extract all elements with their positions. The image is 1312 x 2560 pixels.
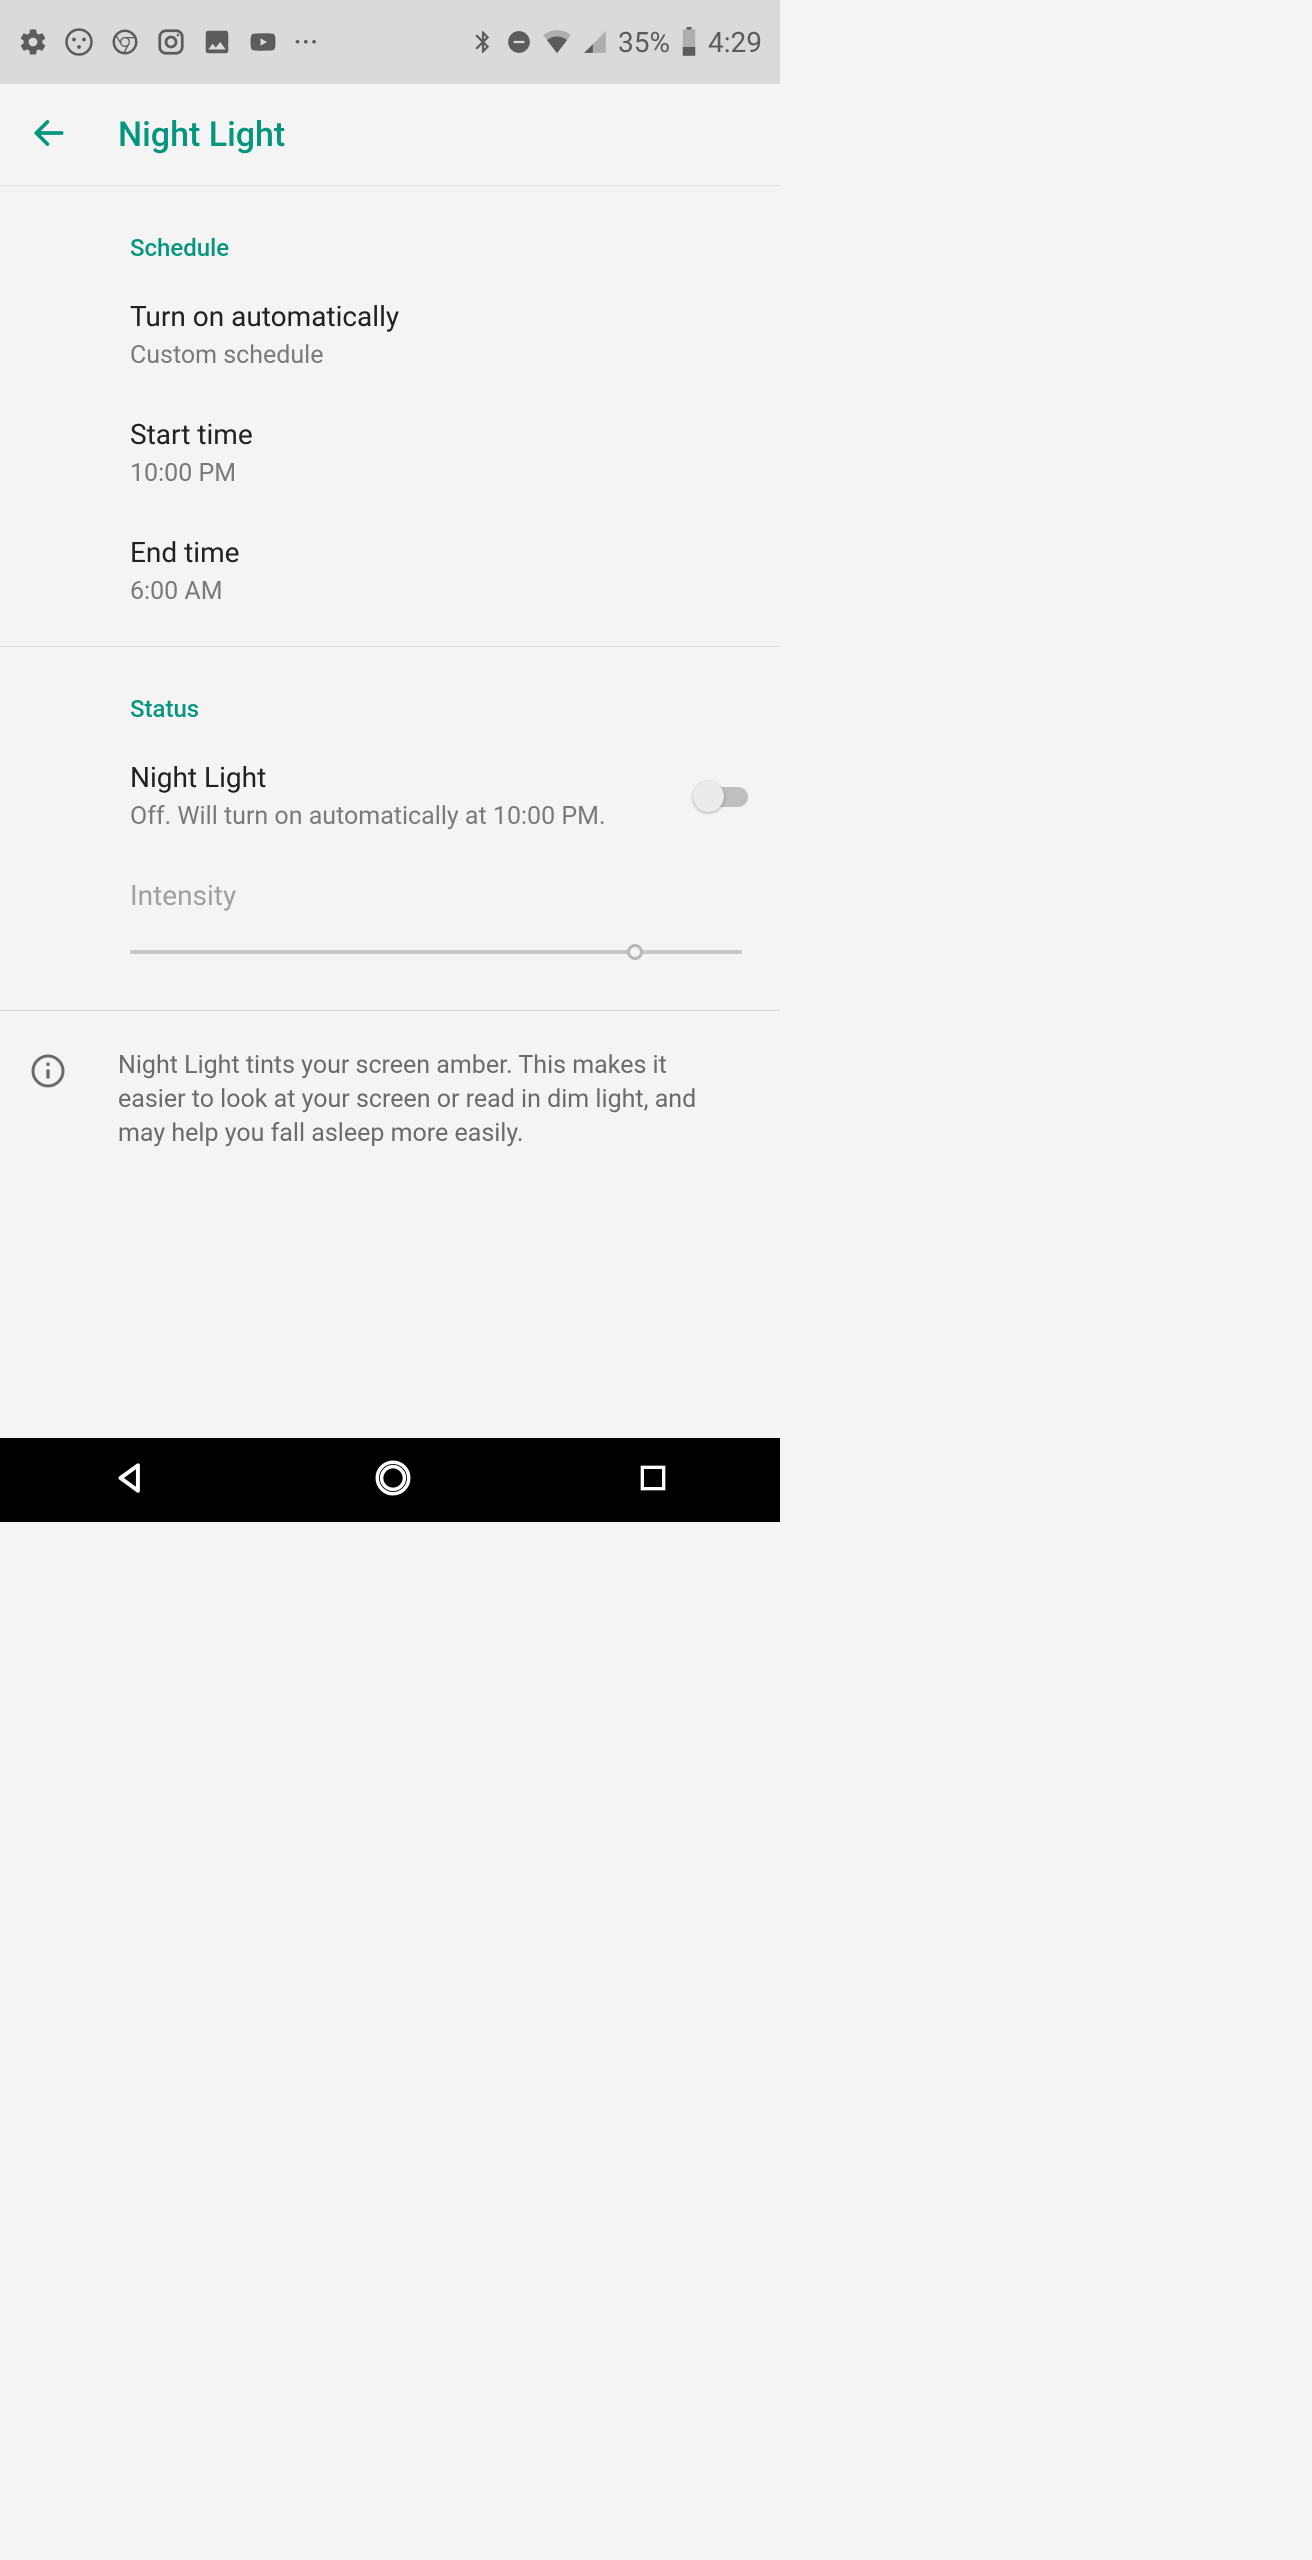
night-light-title: Night Light bbox=[130, 761, 673, 794]
intensity-title: Intensity bbox=[130, 879, 742, 912]
cell-signal-icon bbox=[582, 29, 608, 55]
end-time-title: End time bbox=[130, 536, 650, 569]
youtube-notif-icon bbox=[248, 27, 278, 57]
bluetooth-icon bbox=[470, 29, 496, 55]
turn-on-automatically-row[interactable]: Turn on automatically Custom schedule bbox=[0, 262, 780, 380]
photos-notif-icon bbox=[202, 27, 232, 57]
navigation-bar bbox=[0, 1438, 780, 1522]
night-light-switch[interactable] bbox=[693, 779, 748, 814]
nav-home-icon[interactable] bbox=[372, 1457, 414, 1503]
info-row: Night Light tints your screen amber. Thi… bbox=[0, 1011, 780, 1160]
info-icon bbox=[30, 1053, 66, 1150]
schedule-header: Schedule bbox=[0, 186, 780, 262]
instagram-notif-icon bbox=[156, 27, 186, 57]
app-notif-icon bbox=[64, 27, 94, 57]
intensity-slider[interactable] bbox=[130, 950, 742, 954]
settings-notif-icon bbox=[18, 27, 48, 57]
status-header: Status bbox=[0, 647, 780, 723]
end-time-row[interactable]: End time 6:00 AM bbox=[0, 498, 780, 616]
start-time-title: Start time bbox=[130, 418, 650, 451]
nav-recent-icon[interactable] bbox=[637, 1462, 669, 1498]
night-light-subtitle: Off. Will turn on automatically at 10:00… bbox=[130, 802, 673, 831]
settings-content: Schedule Turn on automatically Custom sc… bbox=[0, 186, 780, 1160]
battery-icon bbox=[680, 27, 698, 57]
more-notif-icon: ··· bbox=[294, 28, 319, 56]
night-light-toggle-row[interactable]: Night Light Off. Will turn on automatica… bbox=[0, 723, 780, 841]
turn-on-title: Turn on automatically bbox=[130, 300, 650, 333]
back-arrow-icon[interactable] bbox=[30, 114, 68, 156]
battery-percent: 35% bbox=[618, 26, 670, 59]
start-time-row[interactable]: Start time 10:00 PM bbox=[0, 380, 780, 498]
app-bar: Night Light bbox=[0, 84, 780, 186]
page-title: Night Light bbox=[118, 115, 285, 155]
info-text: Night Light tints your screen amber. Thi… bbox=[118, 1049, 750, 1150]
intensity-slider-thumb[interactable] bbox=[627, 944, 643, 960]
turn-on-subtitle: Custom schedule bbox=[130, 341, 650, 370]
end-time-value: 6:00 AM bbox=[130, 577, 650, 606]
chrome-notif-icon bbox=[110, 27, 140, 57]
start-time-value: 10:00 PM bbox=[130, 459, 650, 488]
nav-back-icon[interactable] bbox=[111, 1459, 149, 1501]
dnd-icon bbox=[506, 29, 532, 55]
status-bar: ··· 35% 4:29 bbox=[0, 0, 780, 84]
intensity-row: Intensity bbox=[0, 841, 780, 964]
clock-time: 4:29 bbox=[708, 26, 762, 59]
wifi-icon bbox=[542, 27, 572, 57]
